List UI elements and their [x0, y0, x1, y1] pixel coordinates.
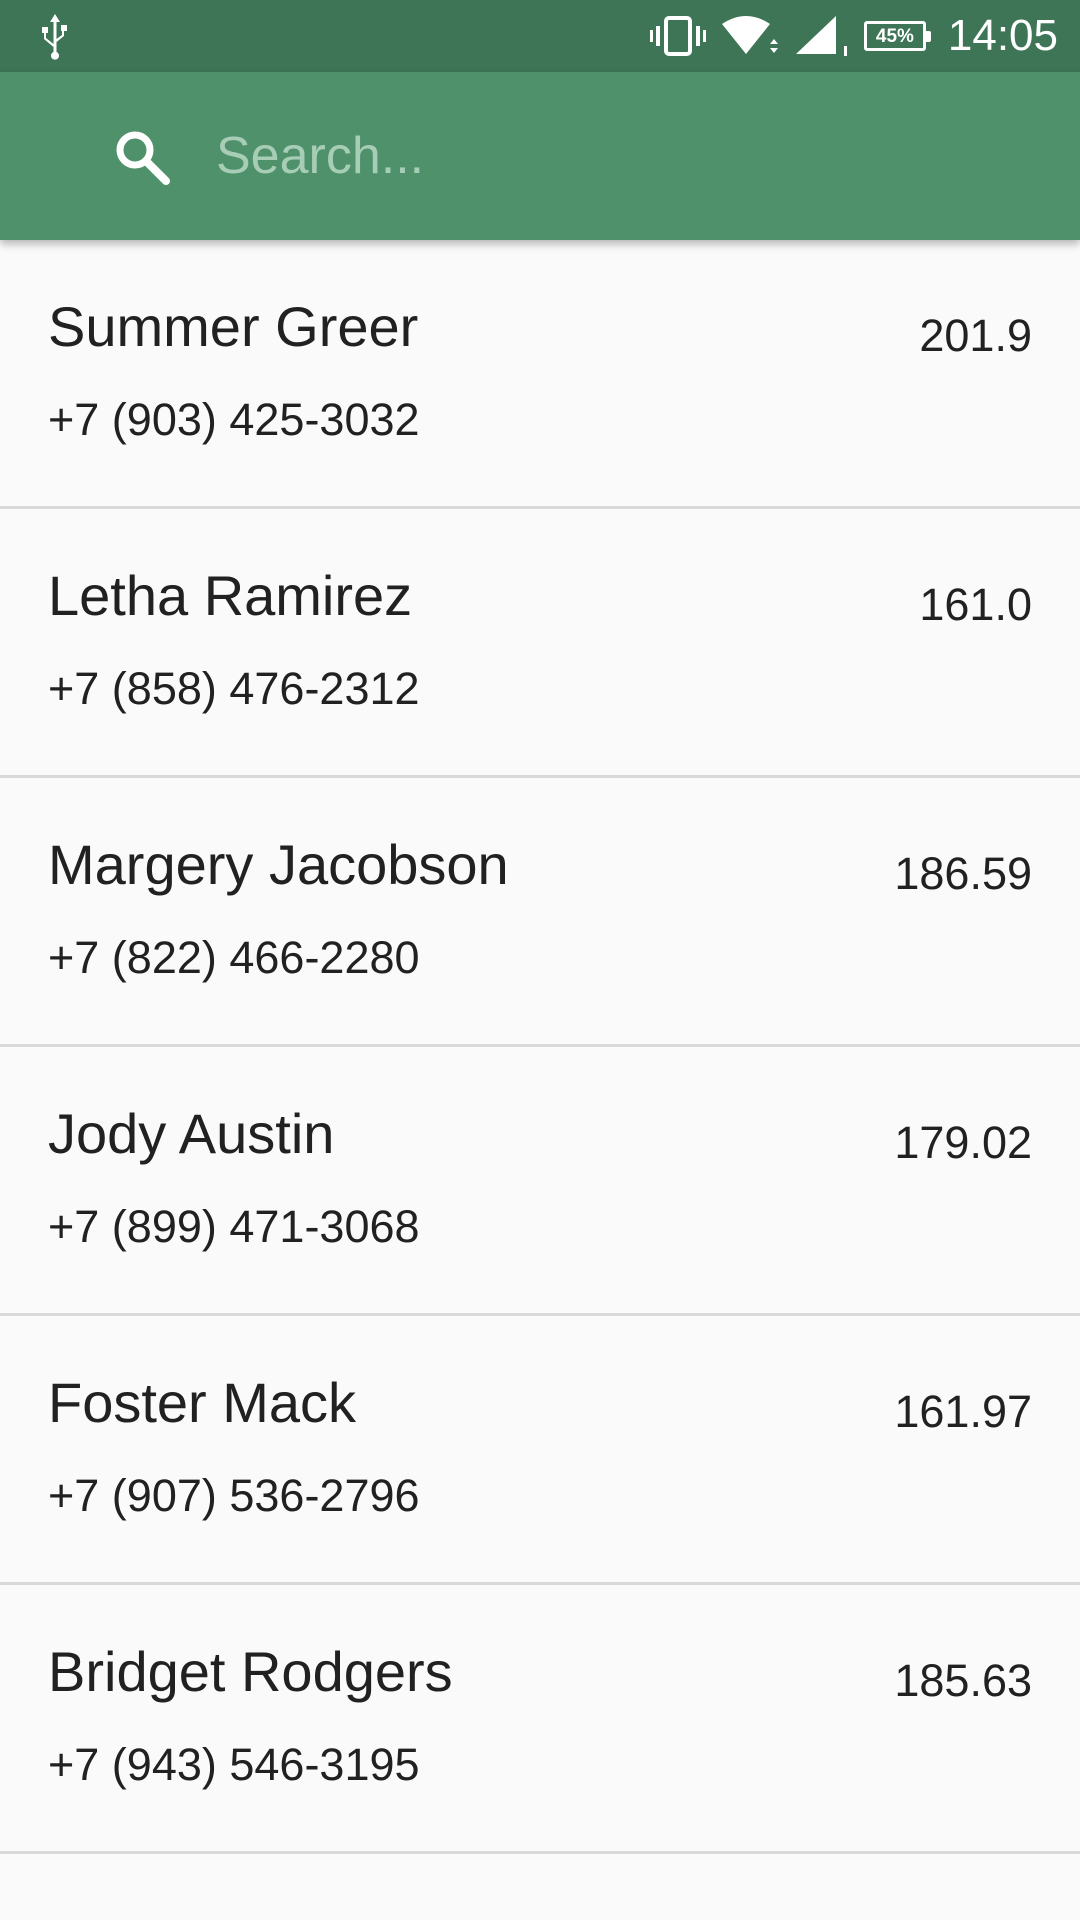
list-item[interactable]: Letha Ramirez +7 (858) 476-2312 161.0 [0, 509, 1080, 778]
contact-value: 201.9 [919, 310, 1032, 361]
signal-icon [795, 16, 847, 56]
clock: 14:05 [947, 11, 1058, 60]
list-item[interactable]: Summer Greer +7 (903) 425-3032 201.9 [0, 240, 1080, 509]
contact-list: Summer Greer +7 (903) 425-3032 201.9 Let… [0, 240, 1080, 1854]
contact-value: 161.0 [919, 579, 1032, 630]
list-item[interactable]: Foster Mack +7 (907) 536-2796 161.97 [0, 1316, 1080, 1585]
contact-phone: +7 (903) 425-3032 [48, 394, 420, 445]
contact-name: Foster Mack [48, 1371, 357, 1434]
wifi-icon [721, 16, 778, 54]
contact-value: 186.59 [894, 848, 1032, 899]
contact-phone: +7 (907) 536-2796 [48, 1470, 420, 1521]
search-input[interactable] [216, 114, 1036, 198]
search-icon[interactable] [112, 127, 172, 187]
contact-name: Summer Greer [48, 295, 419, 358]
contact-name: Letha Ramirez [48, 564, 413, 627]
battery-icon: 45% [863, 21, 931, 51]
list-item[interactable]: Jody Austin +7 (899) 471-3068 179.02 [0, 1047, 1080, 1316]
battery-level: 45% [875, 25, 914, 47]
list-item[interactable]: Margery Jacobson +7 (822) 466-2280 186.5… [0, 778, 1080, 1047]
contact-name: Jody Austin [48, 1102, 335, 1165]
search-toolbar [0, 72, 1080, 240]
status-bar: 45% 14:05 [0, 0, 1080, 72]
usb-icon [42, 14, 67, 60]
list-item[interactable]: Bridget Rodgers +7 (943) 546-3195 185.63 [0, 1585, 1080, 1854]
contact-name: Bridget Rodgers [48, 1640, 453, 1703]
contact-name: Margery Jacobson [48, 833, 509, 896]
contact-phone: +7 (943) 546-3195 [48, 1739, 420, 1790]
contact-value: 185.63 [894, 1655, 1032, 1706]
contact-value: 179.02 [894, 1117, 1032, 1168]
contact-phone: +7 (899) 471-3068 [48, 1201, 420, 1252]
vibrate-icon [649, 16, 706, 56]
contact-value: 161.97 [894, 1386, 1032, 1437]
contact-phone: +7 (858) 476-2312 [48, 663, 420, 714]
contact-phone: +7 (822) 466-2280 [48, 932, 420, 983]
